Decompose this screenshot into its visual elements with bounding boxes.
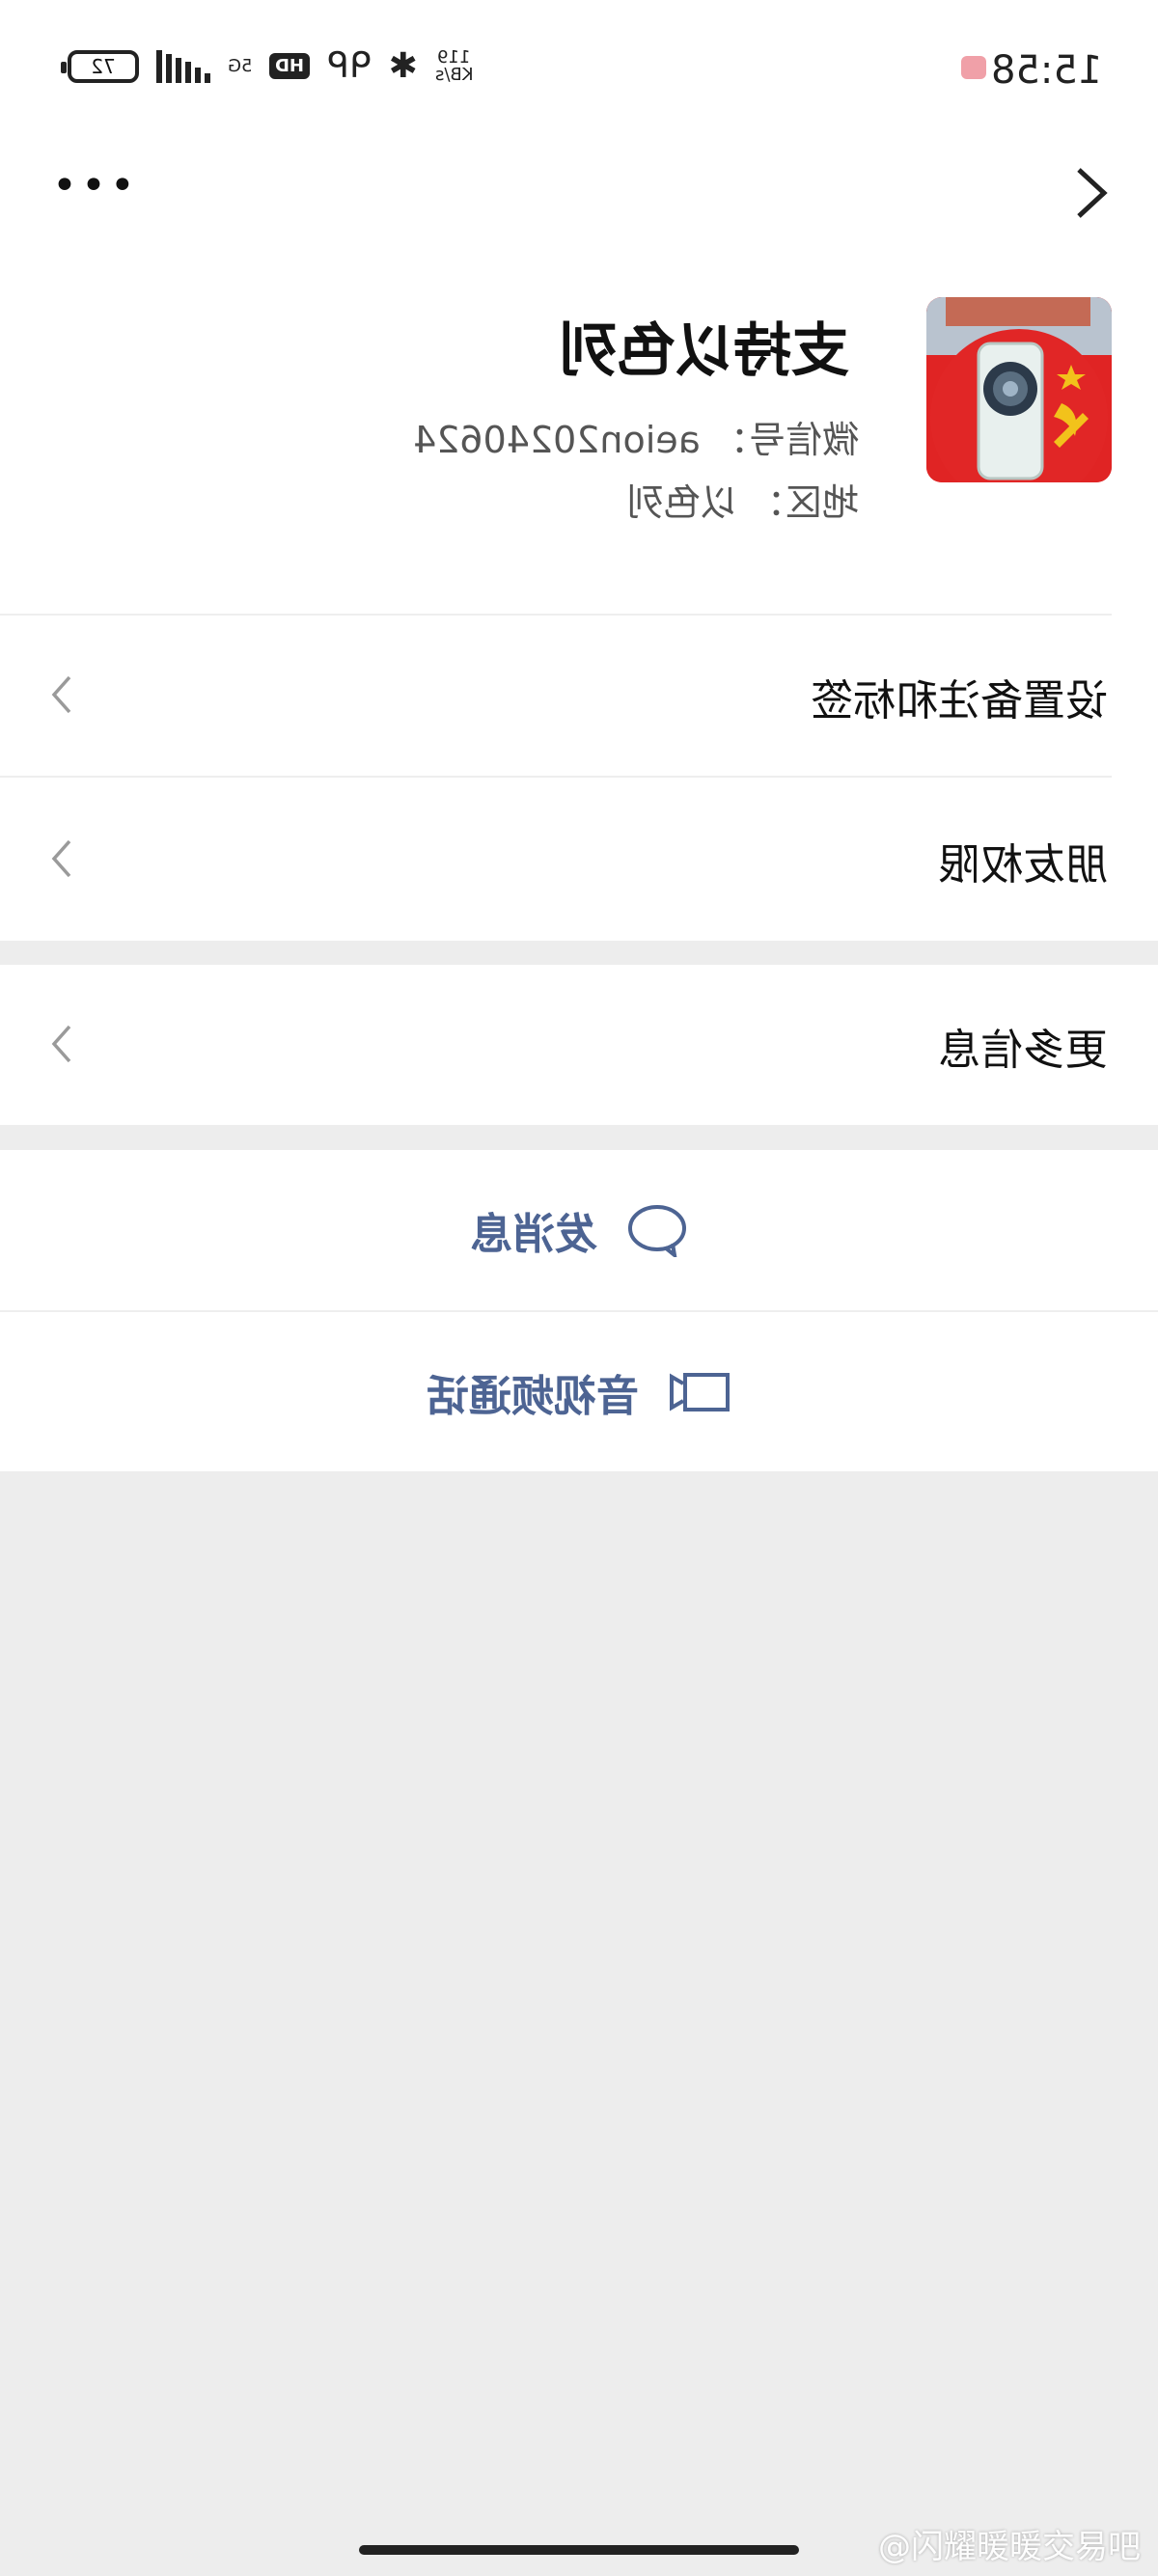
hd-badge: HD [269,53,311,79]
notification-icon [961,56,986,79]
row-more-info-label: 更多信息 [938,1026,1108,1075]
net-speed-unit: KB/s [434,64,474,85]
contact-name-text: 支持以色列 [560,317,849,385]
video-call-button[interactable]: 音视频通话 [0,1312,1158,1471]
network-type: 5G [228,55,253,76]
row-friend-permissions[interactable]: 朋友权限 [0,778,1158,941]
status-bar: 72 5G HD ᑫᑭ ✱ 119 KB/s 15:58 [0,0,1158,135]
row-more-info[interactable]: 更多信息 [0,965,1158,1125]
row-remark-label: 设置备注和标签 [811,676,1108,726]
cell-signal-icon [156,49,210,83]
home-indicator[interactable] [359,2545,799,2555]
watermark-text: @闪耀暖暖交易吧 [878,2528,1141,2566]
region-value: 以色列 [626,481,737,524]
wechat-id-line: aeion20240624 微信号： [413,410,859,463]
video-call-label: 音视频通话 [427,1371,639,1421]
watermark: @闪耀暖暖交易吧 [878,2520,1141,2567]
bluetooth-icon: ✱ [388,46,418,86]
net-speed: 119 KB/s [434,47,474,85]
back-chevron-icon[interactable] [1073,164,1112,222]
contact-name: 支持以色列 [560,304,849,388]
status-time: 15:58 [990,48,1102,93]
send-message-label: 发消息 [470,1210,597,1259]
wechat-id-value: aeion20240624 [412,419,701,461]
battery-icon: 72 [61,49,139,83]
send-message-button[interactable]: 发消息 [0,1150,1158,1310]
chevron-icon [51,839,71,878]
row-permissions-label: 朋友权限 [938,840,1108,890]
battery-level: 72 [91,54,116,78]
chevron-icon [51,1025,71,1063]
avatar[interactable] [926,297,1112,482]
chat-bubble-icon [628,1205,686,1257]
nav-bar: ••• [0,135,1158,241]
row-remark-and-tags[interactable]: 设置备注和标签 [0,616,1158,776]
chevron-icon [51,675,71,714]
earbuds-icon: ᑫᑭ [327,46,372,86]
avatar-image [926,297,1112,482]
more-options-icon[interactable]: ••• [52,165,139,207]
region-label: 地区： [748,481,859,524]
status-icons: 72 5G HD ᑫᑭ ✱ 119 KB/s [61,46,474,86]
wechat-id-label: 微信号： [711,419,859,461]
region-line: 以色列 地区： [627,473,859,526]
video-camera-icon [670,1372,730,1411]
